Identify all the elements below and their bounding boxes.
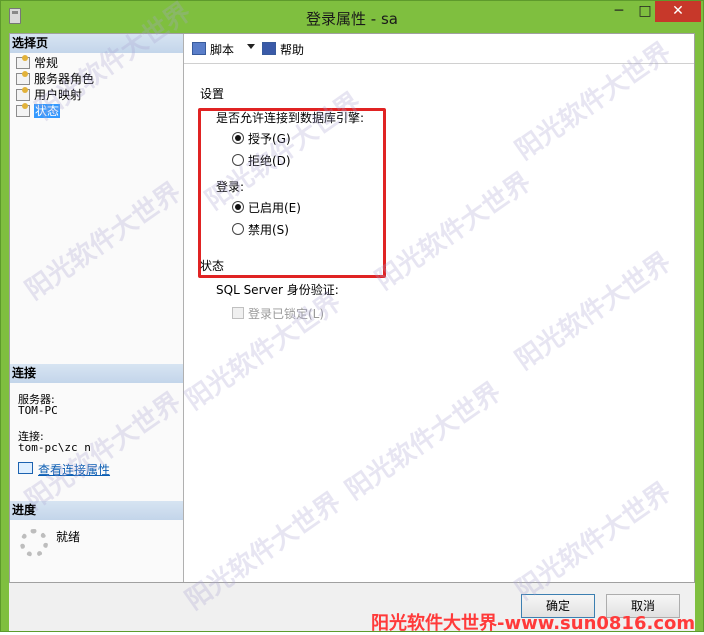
properties-icon	[18, 462, 33, 474]
page-label: 用户映射	[34, 88, 83, 102]
enabled-label[interactable]: 已启用(E)	[248, 199, 301, 216]
link-label: 查看连接属性	[38, 463, 111, 477]
locked-label: 登录已锁定(L)	[248, 307, 325, 321]
page-user-mapping[interactable]: 用户映射	[14, 87, 82, 103]
select-page-header: 选择页	[10, 34, 183, 53]
page-icon	[16, 87, 30, 101]
left-pane: 选择页 常规 服务器角色 用户映射 状态 连接 服务器: TOM-PC 连接: …	[10, 34, 184, 582]
page-label: 服务器角色	[34, 72, 95, 86]
minimize-button[interactable]: ─	[605, 1, 633, 22]
dialog-window: 登录属性 - sa ─ □ ✕ 选择页 常规 服务器角色 用户映射 状态 连接 …	[0, 0, 704, 634]
connection-value: tom-pc\zc n	[18, 441, 91, 454]
site-watermark: 阳光软件大世界-www.sun0816.com	[371, 613, 696, 634]
window-title: 登录属性 - sa	[306, 10, 398, 28]
connection-header: 连接	[10, 364, 183, 383]
dialog-client-area: 选择页 常规 服务器角色 用户映射 状态 连接 服务器: TOM-PC 连接: …	[9, 33, 695, 583]
script-dropdown-arrow-icon[interactable]	[247, 44, 255, 49]
page-general[interactable]: 常规	[14, 55, 58, 71]
settings-title: 设置	[200, 87, 225, 101]
deny-label[interactable]: 拒绝(D)	[248, 152, 291, 169]
page-server-roles[interactable]: 服务器角色	[14, 71, 94, 87]
page-icon	[16, 71, 30, 85]
toolbar: 脚本 帮助	[184, 34, 694, 64]
page-status[interactable]: 状态	[14, 103, 61, 119]
status-title: 状态	[200, 259, 225, 273]
login-title: 登录:	[216, 180, 245, 194]
disabled-radio[interactable]	[232, 223, 244, 235]
permission-question: 是否允许连接到数据库引擎:	[216, 111, 365, 125]
page-icon	[16, 55, 30, 69]
sql-auth-label: SQL Server 身份验证:	[216, 283, 339, 297]
enabled-radio[interactable]	[232, 201, 244, 213]
script-label: 脚本	[210, 43, 235, 57]
deny-radio[interactable]	[232, 154, 244, 166]
progress-header: 进度	[10, 501, 183, 520]
server-value: TOM-PC	[18, 404, 58, 417]
view-connection-properties-link[interactable]: 查看连接属性	[18, 461, 110, 478]
help-label: 帮助	[280, 43, 305, 57]
grant-label[interactable]: 授予(G)	[248, 130, 291, 147]
page-label: 常规	[34, 56, 59, 70]
page-label: 状态	[34, 104, 61, 118]
page-icon	[16, 103, 30, 117]
grant-radio[interactable]	[232, 132, 244, 144]
progress-status: 就绪	[56, 530, 81, 544]
help-icon	[262, 42, 276, 55]
close-button[interactable]: ✕	[655, 1, 701, 22]
status-page-content: 设置 是否允许连接到数据库引擎: 授予(G) 拒绝(D) 登录: 已启用(E) …	[184, 65, 694, 581]
script-icon	[192, 42, 206, 55]
help-button[interactable]: 帮助	[262, 41, 304, 58]
disabled-label[interactable]: 禁用(S)	[248, 221, 289, 238]
script-button[interactable]: 脚本	[192, 41, 234, 58]
progress-spinner-icon	[20, 529, 48, 557]
locked-checkbox[interactable]	[232, 307, 244, 319]
title-bar[interactable]: 登录属性 - sa ─ □ ✕	[1, 1, 703, 33]
